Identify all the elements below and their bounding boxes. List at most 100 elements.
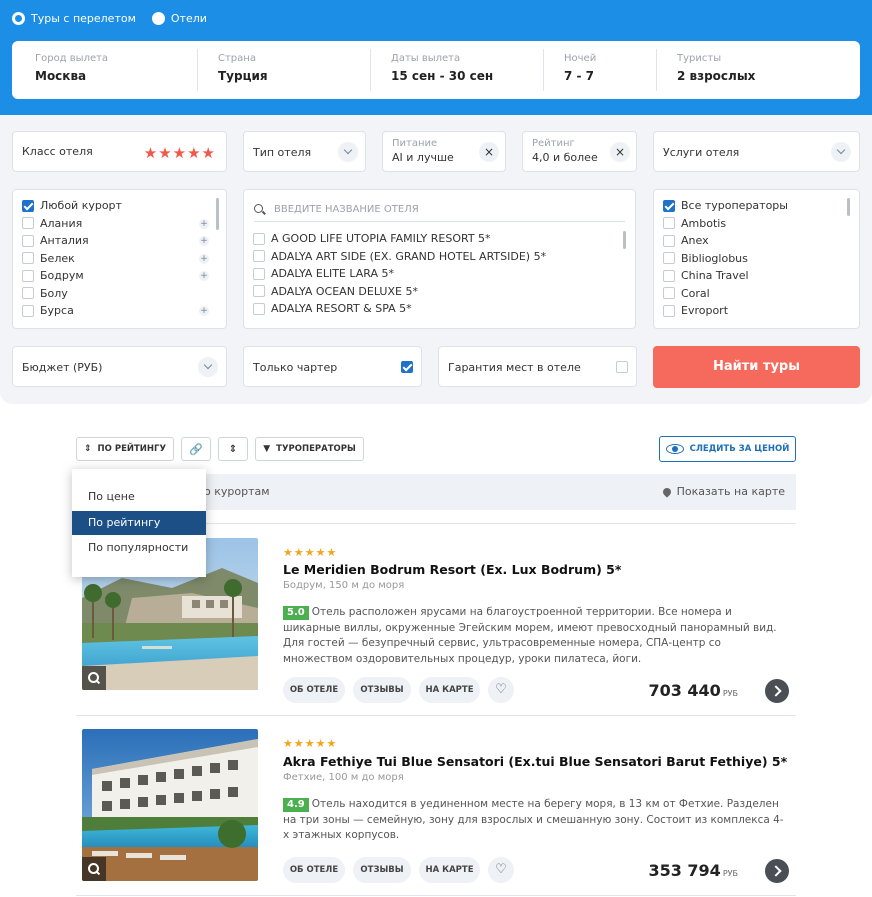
chevron-down-icon[interactable] xyxy=(338,142,358,162)
operator-item[interactable]: Все туроператоры xyxy=(663,197,843,215)
radio-flights[interactable] xyxy=(12,12,25,25)
expand-plus-icon[interactable]: + xyxy=(199,271,209,281)
expand-plus-icon[interactable]: + xyxy=(199,218,209,229)
checkbox[interactable] xyxy=(22,304,34,317)
sort-option-popularity[interactable]: По популярности xyxy=(72,536,206,560)
reviews-button[interactable]: ОТЗЫВЫ xyxy=(353,677,411,703)
services-select[interactable]: Услуги отеля xyxy=(653,131,860,172)
chevron-right-icon[interactable] xyxy=(765,859,789,883)
checkbox[interactable] xyxy=(253,250,265,263)
checkbox[interactable] xyxy=(663,304,675,317)
operator-item[interactable]: Evroport xyxy=(663,302,843,320)
checkbox[interactable] xyxy=(22,269,34,282)
checkbox[interactable] xyxy=(253,285,265,298)
expand-plus-icon[interactable]: + xyxy=(199,306,209,316)
checkbox[interactable] xyxy=(253,302,265,315)
zoom-icon[interactable] xyxy=(82,666,106,690)
about-hotel-button[interactable]: ОБ ОТЕЛЕ xyxy=(283,677,345,703)
resort-item[interactable]: Болу xyxy=(22,285,209,303)
hotel-type-select[interactable]: Тип отеля xyxy=(243,131,366,172)
hotel-item[interactable]: ADALYA ART SIDE (EX. GRAND HOTEL ARTSIDE… xyxy=(253,248,613,266)
watch-price-button[interactable]: СЛЕДИТЬ ЗА ЦЕНОЙ xyxy=(659,436,796,462)
radio-hotels-label[interactable]: Отели xyxy=(171,12,207,25)
operator-item[interactable]: China Travel xyxy=(663,267,843,285)
resort-list: Любой курорт Алания + Анталия + Белек + Бод… xyxy=(12,189,227,329)
sort-option-rating[interactable]: По рейтингу xyxy=(72,511,206,535)
checkbox[interactable] xyxy=(663,252,675,265)
meal-select[interactable]: Питание AI и лучше × xyxy=(382,131,506,172)
scrollbar[interactable] xyxy=(216,198,219,230)
operator-item[interactable]: Biblioglobus xyxy=(663,250,843,268)
order-toggle-button[interactable]: ⇕ xyxy=(218,437,248,461)
resort-item[interactable]: Бурса + xyxy=(22,302,209,320)
hotel-item[interactable]: ADALYA RESORT & SPA 5* xyxy=(253,300,613,318)
guarantee-checkbox[interactable] xyxy=(616,361,628,373)
operator-item[interactable]: Ambotis xyxy=(663,215,843,233)
clear-meal-icon[interactable]: × xyxy=(479,142,499,162)
clear-rating-icon[interactable]: × xyxy=(610,142,630,162)
radio-flights-label[interactable]: Туры с перелетом xyxy=(31,12,136,25)
hotel-item[interactable]: A GOOD LIFE UTOPIA FAMILY RESORT 5* xyxy=(253,230,613,248)
chevron-right-icon[interactable] xyxy=(765,679,789,703)
hotel-item[interactable]: ADALYA ELITE LARA 5* xyxy=(253,265,613,283)
resort-item[interactable]: Алания + xyxy=(22,215,209,233)
country-field[interactable]: Страна Турция xyxy=(218,41,368,99)
resort-item[interactable]: Белек + xyxy=(22,250,209,268)
chevron-down-icon[interactable] xyxy=(831,142,851,162)
resort-item[interactable]: Анталия + xyxy=(22,232,209,250)
sort-button[interactable]: ⇕ ПО РЕЙТИНГУ xyxy=(76,437,174,461)
heart-icon[interactable]: ♡ xyxy=(488,677,514,703)
checkbox[interactable] xyxy=(22,287,34,300)
scrollbar[interactable] xyxy=(847,198,850,216)
budget-select[interactable]: Бюджет (РУБ) xyxy=(12,346,227,387)
star-rating-icon[interactable]: ★★★★★ xyxy=(144,144,216,162)
checkbox[interactable] xyxy=(22,217,34,230)
checkbox[interactable] xyxy=(663,234,675,247)
dates-field[interactable]: Даты вылета 15 сен - 30 сен xyxy=(391,41,541,99)
hotel-name[interactable]: Le Meridien Bodrum Resort (Ex. Lux Bodru… xyxy=(283,562,621,577)
on-map-button[interactable]: НА КАРТЕ xyxy=(419,857,480,883)
radio-hotels[interactable] xyxy=(151,12,165,25)
checkbox[interactable] xyxy=(663,217,675,230)
resorts-filter-text[interactable]: о курортам xyxy=(204,485,270,498)
operator-item[interactable]: Coral xyxy=(663,285,843,303)
find-tours-button[interactable]: Найти туры xyxy=(653,346,860,388)
checkbox[interactable] xyxy=(663,269,675,282)
checkbox[interactable] xyxy=(663,287,675,300)
chevron-down-icon[interactable] xyxy=(198,357,218,377)
checkbox[interactable] xyxy=(253,267,265,280)
resort-item[interactable]: Бодрум + xyxy=(22,267,209,285)
expand-plus-icon[interactable]: + xyxy=(199,236,209,246)
hotel-class-filter[interactable]: Класс отеля ★★★★★ xyxy=(12,131,227,172)
heart-icon[interactable]: ♡ xyxy=(488,857,514,883)
link-button[interactable]: 🔗 xyxy=(181,437,211,461)
show-map-label: Показать на карте xyxy=(676,485,785,498)
departure-city-field[interactable]: Город вылета Москва xyxy=(35,41,195,99)
charter-checkbox[interactable] xyxy=(401,361,413,373)
checkbox[interactable] xyxy=(253,232,265,245)
scrollbar[interactable] xyxy=(623,231,626,249)
about-hotel-button[interactable]: ОБ ОТЕЛЕ xyxy=(283,857,345,883)
operator-item[interactable]: Anex xyxy=(663,232,843,250)
checkbox[interactable] xyxy=(22,252,34,265)
resort-item[interactable]: Любой курорт xyxy=(22,197,209,215)
checkbox[interactable] xyxy=(663,199,675,212)
operators-filter-button[interactable]: ▼ ТУРОПЕРАТОРЫ xyxy=(255,437,364,461)
reviews-button[interactable]: ОТЗЫВЫ xyxy=(353,857,411,883)
hotel-name[interactable]: Akra Fethiye Tui Blue Sensatori (Ex.tui … xyxy=(283,754,787,769)
guarantee-toggle[interactable]: Гарантия мест в отеле xyxy=(438,346,637,387)
sort-option-price[interactable]: По цене xyxy=(72,485,206,509)
show-map-link[interactable]: Показать на карте xyxy=(660,485,785,498)
hotel-search-input[interactable]: ВВЕДИТЕ НАЗВАНИЕ ОТЕЛЯ xyxy=(254,198,625,222)
checkbox[interactable] xyxy=(22,199,34,212)
tourists-field[interactable]: Туристы 2 взрослых xyxy=(677,41,837,99)
charter-toggle[interactable]: Только чартер xyxy=(243,346,422,387)
on-map-button[interactable]: НА КАРТЕ xyxy=(419,677,480,703)
zoom-icon[interactable] xyxy=(82,857,106,881)
checkbox[interactable] xyxy=(22,234,34,247)
nights-field[interactable]: Ночей 7 - 7 xyxy=(564,41,654,99)
hotel-photo[interactable] xyxy=(82,729,258,881)
rating-select[interactable]: Рейтинг 4,0 и более × xyxy=(522,131,637,172)
hotel-item[interactable]: ADALYA OCEAN DELUXE 5* xyxy=(253,283,613,301)
expand-plus-icon[interactable]: + xyxy=(199,253,209,264)
